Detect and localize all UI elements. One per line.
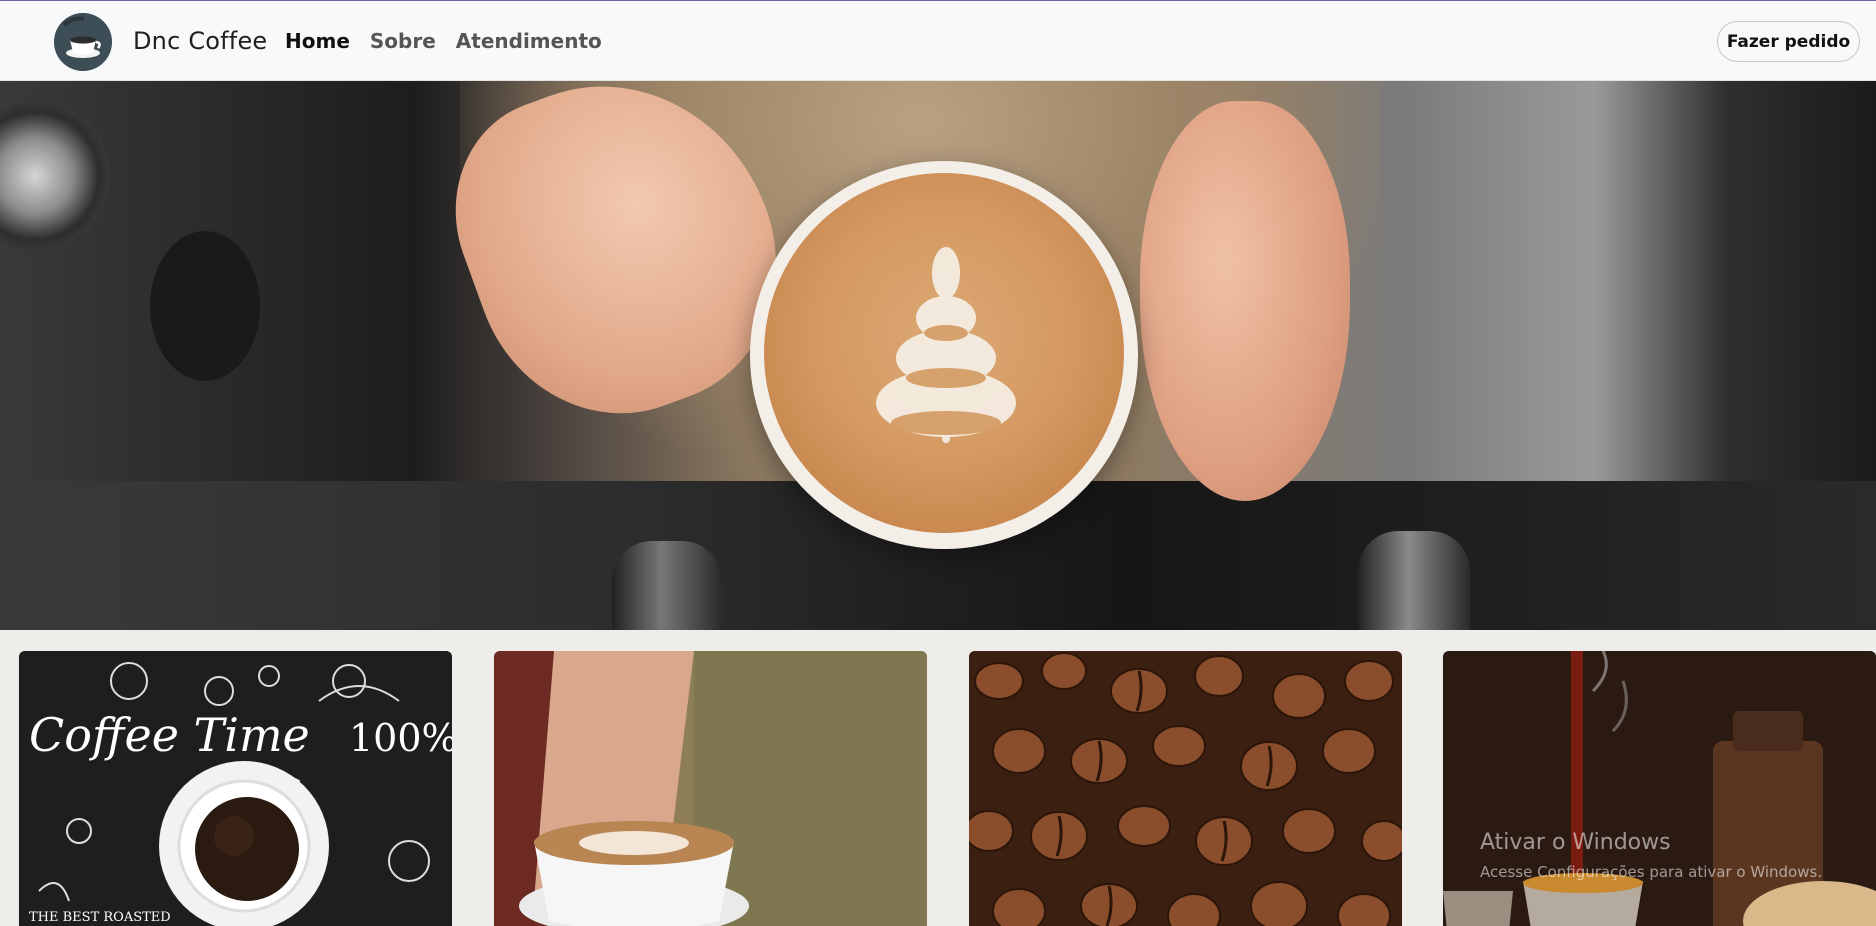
watermark-subtitle: Acesse Configurações para ativar o Windo… [1480,863,1823,881]
card-coffee-beans[interactable] [969,651,1402,926]
latte-cup [750,161,1138,549]
hero-banner [0,81,1876,630]
watermark-title: Ativar o Windows [1480,830,1671,855]
windows-activation-watermark: Ativar o Windows Acesse Configurações pa… [1480,830,1822,881]
nav-link-sobre[interactable]: Sobre [370,29,436,53]
coffee-pouring-image [1443,651,1876,926]
nav-link-home[interactable]: Home [285,29,350,53]
card-text-coffee: Coffee Time [29,708,310,762]
machine-knob-right [1358,531,1470,630]
card-text-best-roasted: THE BEST ROASTED [29,910,171,925]
coffee-beans-image [969,651,1402,926]
espresso-machine-part [150,231,260,381]
coffee-time-illustration: Coffee Time 100% Arabica THE BEST ROASTE… [19,651,452,926]
card-barista-latte[interactable] [494,651,927,926]
machine-knob-left [612,541,722,630]
nav-link-atendimento[interactable]: Atendimento [456,29,602,53]
latte-art-leaf [876,247,1016,443]
brand-name[interactable]: Dnc Coffee [133,27,267,55]
espresso-machine-dial [0,101,110,251]
coffee-cup-logo-icon[interactable] [54,13,112,71]
latte-surface [764,173,1124,533]
barista-serving-latte-image [494,651,927,926]
card-coffee-time[interactable]: Coffee Time 100% Arabica THE BEST ROASTE… [19,651,452,926]
card-text-arabica: 100% Arabica [349,716,452,760]
product-cards: Coffee Time 100% Arabica THE BEST ROASTE… [0,651,1876,926]
barista-right-hand [1140,101,1350,501]
main-nav: Home Sobre Atendimento [285,29,602,53]
top-navbar: Dnc Coffee Home Sobre Atendimento Fazer … [0,0,1876,81]
card-coffee-pouring[interactable] [1443,651,1876,926]
place-order-button[interactable]: Fazer pedido [1717,21,1860,62]
